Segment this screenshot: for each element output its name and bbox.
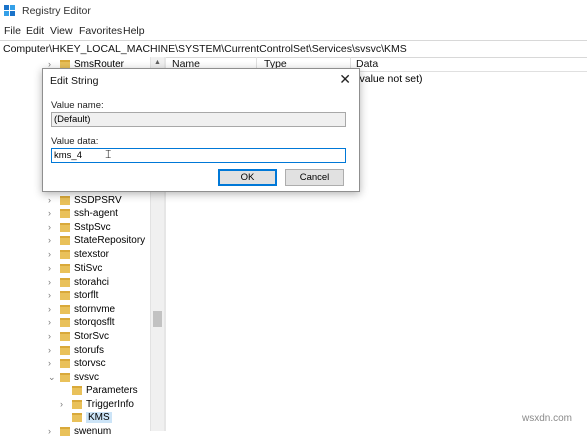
watermark-text: wsxdn.com	[522, 413, 573, 424]
address-path[interactable]: Computer\HKEY_LOCAL_MACHINE\SYSTEM\Curre…	[3, 43, 407, 55]
scroll-thumb[interactable]	[153, 311, 162, 327]
close-icon[interactable]: ✕	[339, 71, 351, 88]
title-bar: Registry Editor	[0, 0, 587, 22]
folder-icon	[60, 318, 70, 327]
chevron-right-icon[interactable]: ›	[48, 263, 57, 273]
menu-help[interactable]: Help	[123, 25, 145, 37]
chevron-right-icon[interactable]: ›	[48, 277, 57, 287]
folder-icon	[60, 196, 70, 205]
chevron-right-icon[interactable]: ›	[48, 222, 57, 232]
folder-icon	[60, 427, 70, 436]
menu-file[interactable]: File	[4, 25, 21, 37]
chevron-right-icon[interactable]: ›	[48, 235, 57, 245]
window-title: Registry Editor	[22, 5, 91, 17]
chevron-right-icon[interactable]: ›	[48, 304, 57, 314]
tree-item-label: Parameters	[86, 385, 138, 396]
folder-icon	[60, 250, 70, 259]
registry-icon	[4, 5, 15, 16]
folder-icon	[60, 209, 70, 218]
chevron-down-icon[interactable]: ⌄	[48, 372, 57, 383]
tree-item-label: SSDPSRV	[74, 195, 122, 206]
folder-icon	[60, 359, 70, 368]
folder-icon	[60, 332, 70, 341]
folder-icon	[72, 400, 82, 409]
tree-item-label: swenum	[74, 426, 112, 437]
tree-item-label: storufs	[74, 345, 105, 356]
dialog-title: Edit String	[50, 75, 99, 87]
chevron-right-icon[interactable]: ›	[48, 358, 57, 368]
value-data-label: Value data:	[51, 136, 99, 147]
tree-item-label: StorSvc	[74, 331, 110, 342]
chevron-right-icon[interactable]: ›	[48, 249, 57, 259]
tree-item-label: SstpSvc	[74, 222, 111, 233]
tree-item-label: storahci	[74, 277, 110, 288]
tree-item-label: stornvme	[74, 304, 116, 315]
cancel-button[interactable]: Cancel	[285, 169, 344, 186]
tree-item-label: ssh-agent	[74, 208, 118, 219]
menu-view[interactable]: View	[50, 25, 73, 37]
folder-icon	[60, 264, 70, 273]
text-cursor-icon: 𝙸	[104, 147, 113, 161]
menu-edit[interactable]: Edit	[26, 25, 44, 37]
value-name-label: Value name:	[51, 100, 104, 111]
folder-icon	[72, 386, 82, 395]
ok-button[interactable]: OK	[218, 169, 277, 186]
address-bar[interactable]: Computer\HKEY_LOCAL_MACHINE\SYSTEM\Curre…	[0, 40, 587, 58]
value-name-field: (Default)	[51, 112, 346, 127]
tree-item-label: KMS	[86, 412, 112, 423]
folder-icon	[60, 346, 70, 355]
chevron-right-icon[interactable]: ›	[48, 195, 57, 205]
folder-icon	[60, 291, 70, 300]
chevron-right-icon[interactable]: ›	[48, 290, 57, 300]
chevron-right-icon[interactable]: ›	[48, 331, 57, 341]
tree-item-label: storvsc	[74, 358, 106, 369]
tree-item-label: svsvc	[74, 372, 99, 383]
chevron-right-icon[interactable]: ›	[60, 399, 69, 409]
tree-item-label: storqosflt	[74, 317, 115, 328]
tree-item-label: stexstor	[74, 249, 110, 260]
folder-icon	[60, 373, 70, 382]
chevron-right-icon[interactable]: ›	[48, 426, 57, 436]
menu-favorites[interactable]: Favorites	[79, 25, 122, 37]
menu-bar: File Edit View Favorites Help	[0, 22, 587, 40]
chevron-right-icon[interactable]: ›	[48, 208, 57, 218]
folder-icon	[60, 278, 70, 287]
tree-item-label: StateRepository	[74, 235, 146, 246]
folder-icon	[60, 223, 70, 232]
cell-data: (value not set)	[356, 73, 423, 85]
tree-item-label: TriggerInfo	[86, 399, 134, 410]
folder-icon	[60, 236, 70, 245]
folder-icon	[60, 305, 70, 314]
folder-icon	[72, 413, 82, 422]
tree-item-label: storflt	[74, 290, 99, 301]
chevron-right-icon[interactable]: ›	[48, 317, 57, 327]
chevron-right-icon[interactable]: ›	[48, 345, 57, 355]
edit-string-dialog: Edit String ✕ Value name: (Default) Valu…	[42, 68, 360, 192]
tree-item-label: StiSvc	[74, 263, 103, 274]
value-data-input[interactable]	[51, 148, 346, 163]
